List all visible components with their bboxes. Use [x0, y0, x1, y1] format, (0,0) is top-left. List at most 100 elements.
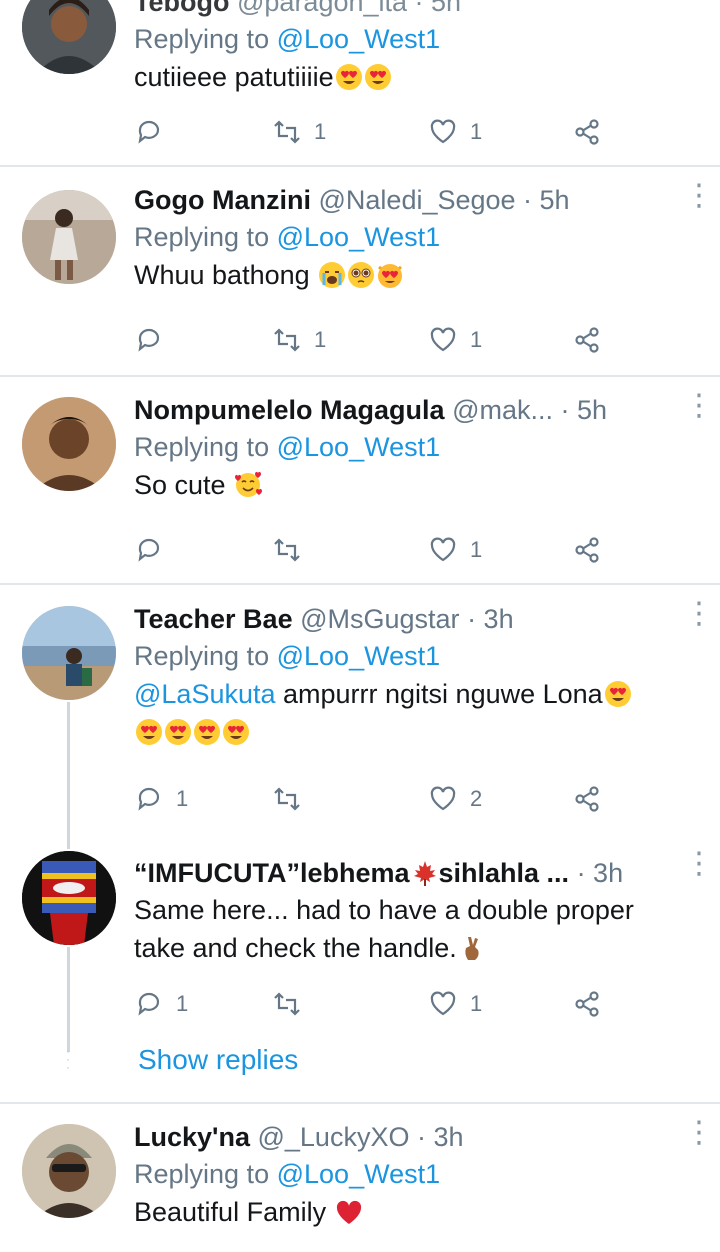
timestamp[interactable]: · 5h [553, 395, 607, 425]
user-handle[interactable]: @mak... [452, 395, 553, 425]
tweet-header: Gogo Manzini @Naledi_Segoe · 5h [134, 182, 680, 218]
user-handle[interactable]: @Naledi_Segoe [319, 185, 516, 215]
more-vertical-icon[interactable]: ⋮ [684, 849, 714, 889]
timestamp[interactable]: · 3h [569, 858, 624, 888]
display-name[interactable]: Tebogo [134, 0, 229, 17]
retweet-button[interactable] [272, 779, 314, 819]
like-button[interactable]: 1 [428, 320, 482, 360]
tweet[interactable]: Lucky'na @_LuckyXO · 3h Replying to @Loo… [0, 1104, 720, 1252]
tweet-actions: 1 [134, 530, 614, 570]
cat-heart-eyes-emoji [376, 261, 404, 289]
mention-link[interactable]: @Loo_West1 [277, 222, 441, 252]
pleading-emoji [347, 261, 375, 289]
tweet-actions: 1 1 [134, 320, 614, 360]
display-name[interactable]: Lucky'na [134, 1122, 250, 1152]
avatar[interactable] [22, 397, 116, 491]
tweet-text: Beautiful Family [134, 1193, 680, 1231]
tweet-actions: 1 1 [134, 984, 614, 1024]
display-name[interactable]: Nompumelelo Magagula [134, 395, 445, 425]
like-button[interactable]: 2 [428, 779, 482, 819]
more-vertical-icon[interactable]: ⋮ [684, 391, 714, 431]
heart-eyes-emoji [164, 718, 192, 746]
share-button[interactable] [572, 112, 602, 152]
retweet-button[interactable] [272, 984, 314, 1024]
replies-feed: Tebogo @paragon_ita · 5h Replying to @Lo… [0, 0, 720, 1252]
reply-button[interactable]: 1 [134, 984, 188, 1024]
tweet-header: Lucky'na @_LuckyXO · 3h [134, 1119, 680, 1155]
reply-button[interactable]: 1 [134, 779, 188, 819]
more-vertical-icon[interactable]: ⋮ [684, 181, 714, 221]
heart-icon [430, 327, 456, 352]
like-button[interactable]: 1 [428, 984, 482, 1024]
tweet-text: So cute [134, 466, 680, 504]
heart-icon [430, 537, 456, 562]
avatar[interactable] [22, 606, 116, 700]
smiling-hearts-emoji [234, 471, 263, 499]
thread-continuation-dots: · · · [66, 1044, 70, 1074]
display-name[interactable]: Teacher Bae [134, 604, 293, 634]
user-handle[interactable]: @paragon_ita [237, 0, 407, 17]
display-name[interactable]: “IMFUCUTA”lebhema sihlahla ... [134, 858, 569, 888]
heart-eyes-emoji [335, 63, 363, 91]
avatar[interactable] [22, 1124, 116, 1218]
heart-eyes-emoji [364, 63, 392, 91]
reply-button[interactable] [134, 320, 176, 360]
like-button[interactable]: 1 [428, 112, 482, 152]
share-button[interactable] [572, 530, 602, 570]
show-replies-link[interactable]: Show replies [138, 1044, 298, 1076]
crossed-fingers-emoji [458, 934, 486, 962]
tweet[interactable]: Tebogo @paragon_ita · 5h Replying to @Lo… [0, 0, 720, 165]
tweet-header: “IMFUCUTA”lebhema sihlahla ... · 3h [134, 855, 680, 891]
timestamp[interactable]: · 5h [516, 185, 570, 215]
display-name[interactable]: Gogo Manzini [134, 185, 311, 215]
avatar[interactable] [22, 190, 116, 284]
user-handle[interactable]: @MsGugstar [300, 604, 459, 634]
reply-icon [138, 120, 160, 144]
avatar[interactable] [22, 0, 116, 74]
tweet[interactable]: Nompumelelo Magagula @mak... · 5h Replyi… [0, 377, 720, 583]
reply-icon [138, 328, 160, 352]
avatar[interactable] [22, 851, 116, 945]
tweet[interactable]: Teacher Bae @MsGugstar · 3h Replying to … [0, 585, 720, 837]
tweet-text: cutiieee patutiiiie [134, 58, 680, 96]
retweet-icon [274, 787, 300, 811]
mention-link[interactable]: @Loo_West1 [277, 641, 441, 671]
share-button[interactable] [572, 984, 602, 1024]
reply-button[interactable] [134, 112, 176, 152]
share-icon [575, 537, 599, 563]
tweet[interactable]: Gogo Manzini @Naledi_Segoe · 5h Replying… [0, 167, 720, 375]
mention-link[interactable]: @Loo_West1 [277, 432, 441, 462]
user-handle[interactable]: @_LuckyXO [257, 1122, 409, 1152]
retweet-icon [274, 992, 300, 1016]
tweet[interactable]: · · · “IMFUCUTA”lebhema sihlahla ... · 3h S… [0, 837, 720, 1102]
share-button[interactable] [572, 320, 602, 360]
timestamp[interactable]: · 3h [409, 1122, 464, 1152]
heart-eyes-emoji [135, 718, 163, 746]
more-vertical-icon[interactable]: ⋮ [684, 599, 714, 639]
replying-to: Replying to @Loo_West1 [134, 222, 441, 252]
mention-link[interactable]: @LaSukuta [134, 679, 276, 709]
mention-link[interactable]: @Loo_West1 [277, 24, 441, 54]
reply-icon [138, 787, 160, 811]
tweet-actions: 1 2 [134, 779, 614, 819]
share-icon [575, 327, 599, 353]
heart-eyes-emoji [222, 718, 250, 746]
retweet-icon [274, 120, 300, 144]
retweet-icon [274, 538, 300, 562]
more-vertical-icon[interactable]: ⋮ [684, 1118, 714, 1158]
mention-link[interactable]: @Loo_West1 [277, 1159, 441, 1189]
replying-to: Replying to @Loo_West1 [134, 24, 441, 54]
retweet-button[interactable]: 1 [272, 112, 326, 152]
retweet-button[interactable]: 1 [272, 320, 326, 360]
like-button[interactable]: 1 [428, 530, 482, 570]
tweet-text: @LaSukuta ampurrr ngitsi nguwe Lona [134, 675, 680, 713]
emoji-line [134, 713, 680, 751]
share-button[interactable] [572, 779, 602, 819]
replying-to: Replying to @Loo_West1 [134, 432, 441, 462]
timestamp[interactable]: · 3h [460, 604, 514, 634]
retweet-button[interactable] [272, 530, 314, 570]
reply-button[interactable] [134, 530, 176, 570]
timestamp[interactable]: · 5h [407, 0, 462, 17]
tweet-header: Nompumelelo Magagula @mak... · 5h [134, 392, 680, 428]
replying-to: Replying to @Loo_West1 [134, 641, 441, 671]
